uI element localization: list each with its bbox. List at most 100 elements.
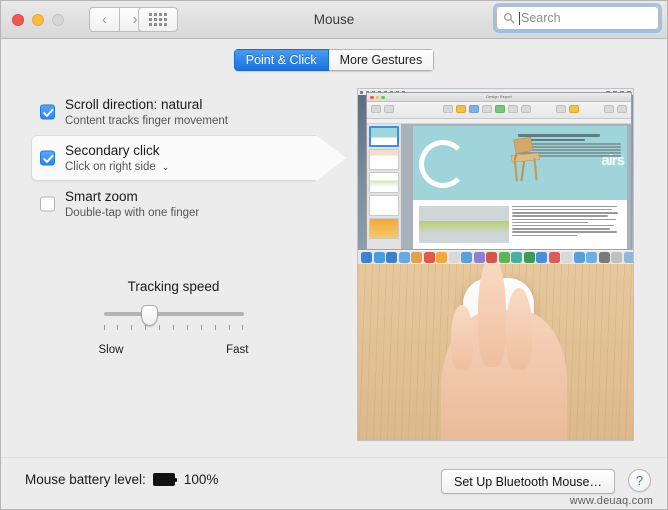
dock-icon [511,252,522,263]
toolbar-group-center [443,105,531,113]
search-placeholder: Search [521,11,561,25]
slider-track[interactable] [103,312,244,316]
preview-inline-photo [419,205,509,243]
mouse-preferences-window: ‹ › Mouse Search Point & Click More Gest… [0,0,668,510]
preview-lower-section [413,199,627,249]
option-text: Scroll direction: natural Content tracks… [65,96,228,129]
dock-icon [523,252,535,263]
battery-nub [174,477,177,482]
bottom-bar: Mouse battery level: 100% Set Up Bluetoo… [1,457,667,509]
tracking-speed-slider[interactable] [103,305,244,342]
option-smart-zoom[interactable]: Smart zoom Double-tap with one finger [1,181,346,227]
dock-icon [398,252,410,263]
preview-pages-window: Design Report airs [366,92,632,250]
dock-icon [386,252,397,263]
dock-icon [448,252,460,263]
dock-icon [473,252,485,263]
battery-full-icon [152,473,177,486]
option-scroll-direction[interactable]: Scroll direction: natural Content tracks… [1,89,346,135]
slider-labels: Slow Fast [99,344,249,356]
dock-icon [423,252,435,263]
slider-min-label: Slow [98,344,124,356]
preview-mouse-photo [358,264,633,440]
slider-thumb[interactable] [141,305,159,326]
thumb-finger [450,304,474,371]
toolbar-group-far-right [604,105,627,113]
search-field-wrapper: Search [493,3,662,33]
option-text: Smart zoom Double-tap with one finger [65,188,199,221]
dock-icon [486,252,497,263]
preview-dock [358,250,633,264]
dock-icon [623,252,633,263]
preview-hero-band: airs [413,126,627,200]
option-subtitle-text: Click on right side [65,160,156,173]
toolbar-group-right [556,105,579,113]
decorative-circle [419,140,467,188]
dock-icon [561,252,572,263]
option-title: Secondary click [65,142,160,158]
battery-label: Mouse battery level: [25,472,146,487]
battery-status: Mouse battery level: 100% [25,472,218,487]
option-subtitle-text: Double-tap with one finger [65,206,200,219]
hand [440,264,567,440]
tab-bar: Point & Click More Gestures [1,49,667,71]
option-title: Scroll direction: natural [65,96,203,112]
tracking-speed-label: Tracking speed [127,279,220,294]
dock-icon [586,252,597,263]
dock-icon [498,252,510,263]
dock-icon [573,252,585,263]
dock-icon [436,252,447,263]
help-button[interactable]: ? [628,469,651,492]
option-title: Smart zoom [65,188,138,204]
page-thumbnail [369,195,399,216]
dock-icon [361,252,372,263]
text-caret [519,11,520,25]
search-input[interactable]: Search [496,6,659,30]
battery-body [152,473,175,486]
slider-ticks [103,325,244,330]
option-secondary-click[interactable]: Secondary click Click on right side ⌄ [1,135,346,181]
dock-icon [373,252,385,263]
battery-percent: 100% [183,472,219,487]
preview-canvas: airs [401,124,631,249]
selected-row-arrow [316,135,346,181]
tab-more-gestures[interactable]: More Gestures [328,49,435,71]
slider-max-label: Fast [226,344,249,356]
tracking-speed-block: Tracking speed Slow Fast [1,279,346,356]
tab-point-and-click[interactable]: Point & Click [233,49,329,71]
option-text: Secondary click Click on right side ⌄ [65,142,169,175]
segmented-control: Point & Click More Gestures [233,49,435,71]
toolbar-group-left [371,105,394,113]
preview-document-body: airs [367,124,631,249]
title-bar: ‹ › Mouse Search [1,1,667,39]
checkbox-scroll-direction[interactable] [40,104,55,120]
dock-icon [536,252,547,263]
middle-finger [506,287,532,371]
page-thumbnail [369,149,399,170]
options-list: Scroll direction: natural Content tracks… [1,89,346,227]
watermark: www.deuaq.com [569,495,653,507]
preview-page: airs [413,126,627,249]
chevron-down-icon[interactable]: ⌄ [162,159,170,175]
check-icon [43,154,54,163]
preview-window-titlebar: Design Report [367,93,631,102]
option-subtitle[interactable]: Click on right side ⌄ [65,159,169,175]
preview-illustration: Design Report airs [357,88,634,441]
search-icon [504,13,515,24]
check-icon [43,108,54,117]
checkbox-smart-zoom[interactable] [40,196,55,212]
page-thumbnail [369,172,399,193]
dock-icon [548,252,560,263]
dock-icon [461,252,472,263]
dock-icon [411,252,422,263]
dock-icon [598,252,610,263]
preview-body-text [511,205,621,243]
index-finger [478,264,507,368]
checkbox-secondary-click[interactable] [40,150,55,166]
dock-icon [611,252,622,263]
preview-desktop-screenshot: Design Report airs [358,89,633,264]
setup-bluetooth-mouse-button[interactable]: Set Up Bluetooth Mouse… [441,469,615,494]
preview-page-thumbnails [367,124,401,249]
preview-document-title: Design Report [486,94,512,99]
chair-illustration [510,137,541,182]
